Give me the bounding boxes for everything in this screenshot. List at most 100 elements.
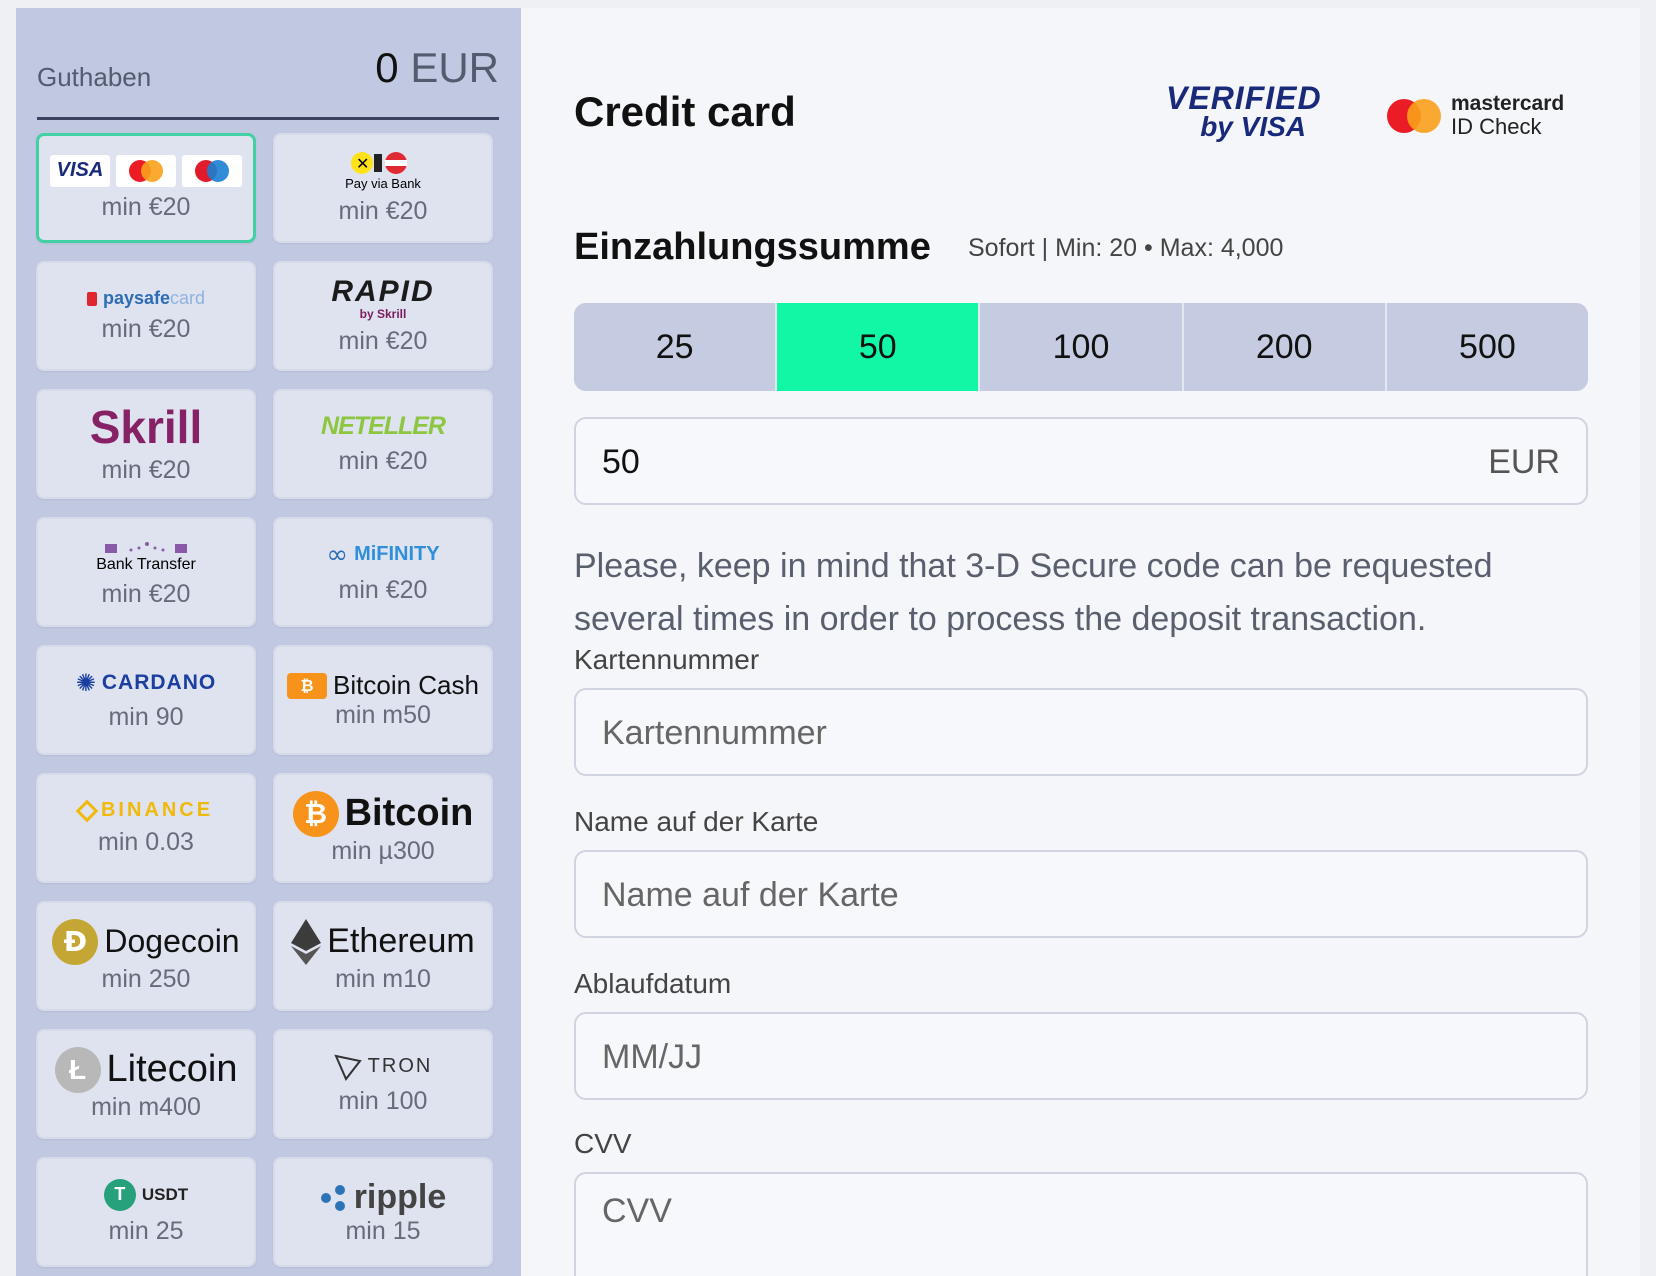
binance-logo: BINANCE	[75, 799, 214, 822]
amount-option-50[interactable]: 50	[777, 303, 981, 391]
method-min: min €20	[101, 579, 191, 608]
method-tile-pay-via-bank[interactable]: ✕ Pay via Bank min €20	[273, 133, 493, 243]
method-min: min 250	[101, 964, 191, 993]
card-number-label: Kartennummer	[574, 644, 760, 675]
verified-by-visa-logo: VERIFIED by VISA	[1166, 80, 1321, 156]
usdt-logo: T USDT	[103, 1178, 188, 1211]
pay-via-bank-logo: ✕ Pay via Bank	[345, 150, 421, 191]
method-tile-usdt[interactable]: T USDT min 25	[36, 1157, 256, 1267]
tron-icon	[333, 1054, 362, 1081]
neteller-logo: NETELLER	[321, 412, 446, 440]
mastercard-id-check-text: mastercard ID Check	[1451, 92, 1564, 140]
method-tile-credit-card[interactable]: VISA min €20	[36, 133, 256, 243]
method-tile-bitcoin[interactable]: ₿ Bitcoin min µ300	[273, 773, 493, 883]
card-name-input[interactable]: Name auf der Karte	[574, 850, 1588, 938]
balance-label: Guthaben	[37, 62, 152, 92]
paysafe-text: paysafe	[102, 288, 171, 308]
mastercard-id-check-logo: mastercard ID Check	[1387, 92, 1564, 140]
mifinity-logo: ∞ MiFINITY	[326, 540, 439, 570]
mastercard-circles-icon	[1387, 99, 1441, 133]
ethereum-icon	[291, 918, 322, 965]
tron-logo: TRON	[333, 1053, 433, 1081]
bitcoin-logo: ₿ Bitcoin	[292, 790, 474, 837]
method-tile-skrill[interactable]: Skrill min €20	[36, 389, 256, 499]
method-tile-tron[interactable]: TRON min 100	[273, 1029, 493, 1139]
card-text: card	[170, 288, 206, 308]
card-logos: VISA	[50, 154, 242, 187]
method-tile-litecoin[interactable]: Ł Litecoin min m400	[36, 1029, 256, 1139]
dogecoin-icon: Ð	[52, 918, 99, 965]
method-min: min €20	[338, 197, 428, 225]
ethereum-text: Ethereum	[327, 922, 475, 960]
litecoin-text: Litecoin	[106, 1048, 238, 1090]
method-tile-paysafecard[interactable]: paysafecard min €20	[36, 261, 256, 371]
amount-input-value: 50	[602, 443, 640, 481]
expiry-placeholder: MM/JJ	[602, 1038, 703, 1076]
bank-flags-icon: ✕	[351, 152, 407, 174]
method-tile-bitcoin-cash[interactable]: ₿ Bitcoin Cash min m50	[273, 645, 493, 755]
page-title: Credit card	[574, 88, 796, 135]
method-tile-dogecoin[interactable]: Ð Dogecoin min 250	[36, 901, 256, 1011]
cardano-icon: ✺	[75, 668, 96, 697]
card-name-placeholder: Name auf der Karte	[602, 876, 899, 914]
rapid-logo: RAPID by Skrill	[331, 276, 434, 321]
method-min: min 90	[108, 702, 184, 731]
visa-logo: VISA	[50, 154, 110, 187]
method-tile-mifinity[interactable]: ∞ MiFINITY min €20	[273, 517, 493, 627]
method-tile-ripple[interactable]: ripple min 15	[273, 1157, 493, 1267]
amount-section-title: Einzahlungssumme	[574, 226, 931, 268]
bitcoin-cash-icon: ₿	[287, 672, 328, 699]
method-min: min m400	[91, 1092, 201, 1121]
balance-currency: EUR	[410, 44, 499, 91]
amount-input[interactable]: 50 EUR	[574, 417, 1588, 505]
paysafecard-logo: paysafecard	[86, 288, 206, 309]
litecoin-logo: Ł Litecoin	[54, 1046, 238, 1093]
method-min: min €20	[338, 447, 428, 475]
maestro-icon	[195, 159, 229, 182]
cvv-placeholder: CVV	[602, 1192, 672, 1230]
ripple-text: ripple	[353, 1178, 447, 1216]
tron-text: TRON	[367, 1055, 433, 1077]
amount-option-500[interactable]: 500	[1386, 303, 1588, 391]
mifinity-text: MiFINITY	[354, 543, 440, 565]
expiry-input[interactable]: MM/JJ	[574, 1012, 1588, 1100]
bitcoin-text: Bitcoin	[344, 792, 474, 834]
bitcoin-cash-text: Bitcoin Cash	[333, 670, 479, 700]
mastercard-icon	[129, 159, 163, 182]
amount-input-currency: EUR	[1488, 443, 1560, 481]
method-min: min 15	[345, 1217, 421, 1245]
method-tile-binance[interactable]: BINANCE min 0.03	[36, 773, 256, 883]
method-min: min 100	[338, 1086, 428, 1115]
method-min: min €20	[101, 192, 191, 221]
maestro-logo	[182, 154, 242, 187]
method-tile-cardano[interactable]: ✺ CARDANO min 90	[36, 645, 256, 755]
binance-icon	[75, 799, 99, 822]
amount-option-200[interactable]: 200	[1183, 303, 1387, 391]
balance-amount: 0 EUR	[375, 44, 499, 92]
method-tile-neteller[interactable]: NETELLER min €20	[273, 389, 493, 499]
skrill-logo: Skrill	[89, 400, 203, 453]
binance-text: BINANCE	[100, 799, 214, 821]
litecoin-icon: Ł	[54, 1046, 101, 1093]
infinity-icon: ∞	[326, 539, 349, 570]
mastercard-logo	[116, 154, 176, 187]
method-tile-ethereum[interactable]: Ethereum min m10	[273, 901, 493, 1011]
method-min: min 25	[108, 1216, 184, 1245]
bitcoin-cash-logo: ₿ Bitcoin Cash	[287, 670, 479, 701]
balance-bar: Guthaben 0 EUR	[37, 38, 499, 120]
amount-option-25[interactable]: 25	[574, 303, 778, 391]
method-grid: VISA min €20 ✕ Pay via Bank min €20 pays…	[36, 133, 502, 1267]
method-tile-bank-transfer[interactable]: Bank Transfer min €20	[36, 517, 256, 627]
card-name-label: Name auf der Karte	[574, 806, 819, 837]
preset-amounts: 25 50 100 200 500	[574, 303, 1588, 391]
expiry-label: Ablaufdatum	[574, 968, 732, 999]
card-number-input[interactable]: Kartennummer	[574, 688, 1588, 776]
amount-option-100[interactable]: 100	[980, 303, 1184, 391]
method-min: min €20	[101, 315, 191, 343]
lock-icon	[86, 291, 97, 306]
cvv-input[interactable]: CVV	[574, 1172, 1588, 1276]
method-min: min €20	[338, 326, 428, 355]
method-tile-rapid[interactable]: RAPID by Skrill min €20	[273, 261, 493, 371]
dogecoin-text: Dogecoin	[104, 923, 240, 959]
ripple-icon	[320, 1184, 345, 1211]
